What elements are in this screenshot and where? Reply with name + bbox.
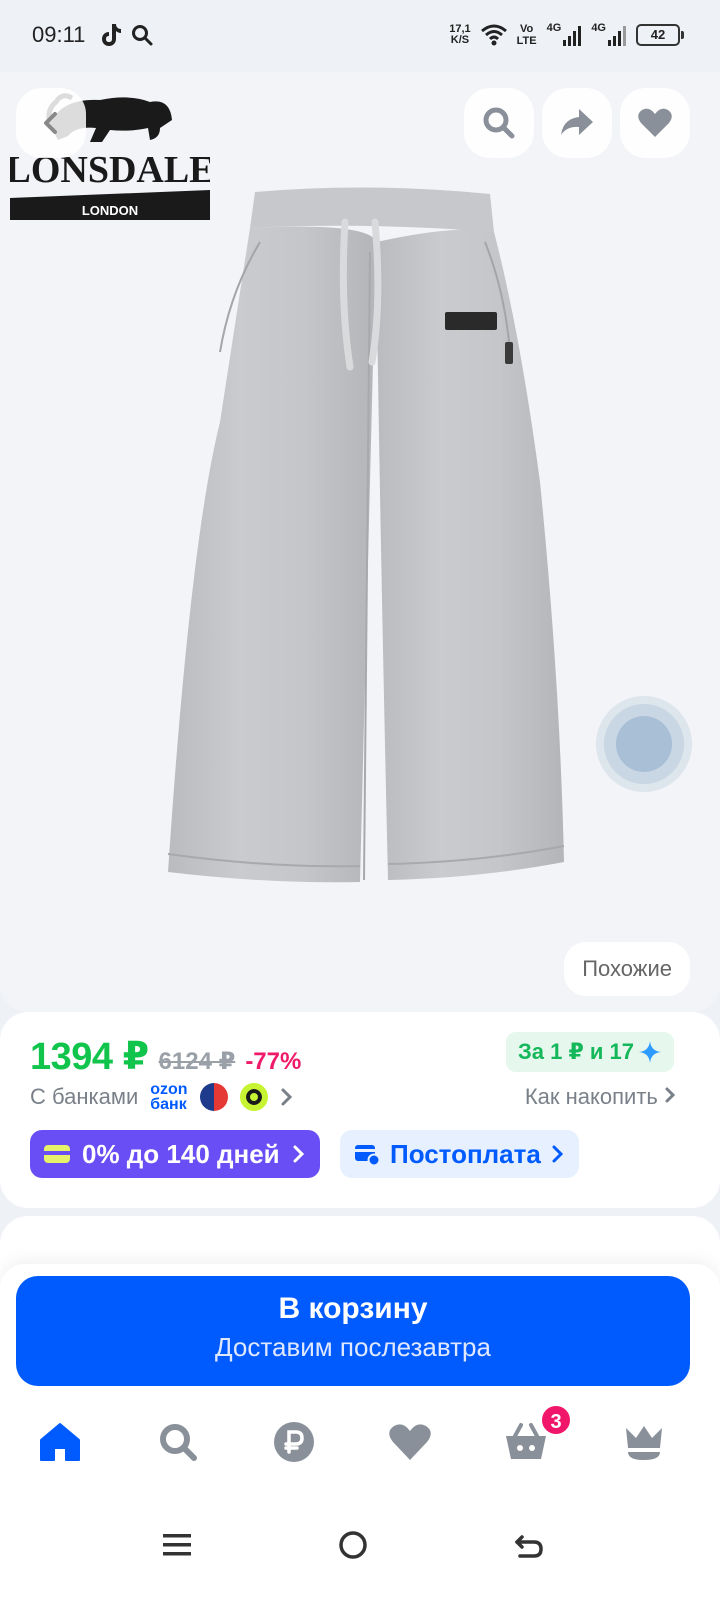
crown-profile-icon [626, 1426, 662, 1460]
ozon-bank-line2: банк [150, 1096, 187, 1113]
tab-catalog[interactable] [150, 1414, 206, 1470]
installment-button[interactable]: 0% до 140 дней [30, 1130, 320, 1178]
net-speed: 17,1 K/S [449, 24, 470, 46]
heart-icon [638, 108, 672, 137]
menu-icon [163, 1534, 191, 1556]
postpay-label: Постоплата [390, 1138, 541, 1169]
wifi-icon [480, 24, 507, 46]
brand-logo-sub: LONDON [82, 203, 138, 218]
heart-icon [389, 1424, 431, 1460]
points-badge[interactable]: За 1 ₽ и 17 [505, 1032, 674, 1072]
postpay-button[interactable]: Постоплата [340, 1130, 579, 1178]
chevron-right-icon [665, 1087, 676, 1103]
how-to-save-link[interactable]: Как накопить [525, 1084, 676, 1110]
banks-row[interactable]: С банками ozon банк [30, 1078, 294, 1116]
points-label: За 1 ₽ и 17 [517, 1039, 634, 1064]
price-current: 1394 ₽ [30, 1036, 149, 1078]
tab-finance[interactable] [266, 1414, 322, 1470]
circle-home-icon [339, 1531, 367, 1559]
signal-icon [608, 26, 626, 46]
video-preview-dot [616, 716, 672, 772]
bank-logo-icon [199, 1083, 228, 1111]
home-icon [40, 1423, 80, 1461]
status-indicators: 17,1 K/S Vo LTE 4G 4G 42 [449, 20, 684, 50]
how-to-save-label: Как накопить [524, 1084, 658, 1109]
system-nav-bar [0, 1500, 720, 1600]
volte-bottom: LTE [516, 35, 537, 47]
chevron-left-icon [44, 112, 57, 134]
price-card: 1394 ₽ 6124 ₽ -77% За 1 ₽ и 17 С банками… [0, 1012, 720, 1208]
search-icon [483, 107, 515, 139]
price-discount: -77% [245, 1048, 302, 1075]
sim2-label: 4G [591, 22, 606, 34]
product-image[interactable] [160, 182, 580, 902]
sim2-signal: 4G [591, 22, 626, 48]
volte-top: Vo [520, 23, 534, 35]
similar-button[interactable]: Похожие [564, 942, 690, 996]
price-old: 6124 ₽ [158, 1048, 236, 1075]
tab-home[interactable] [32, 1414, 88, 1470]
chevron-right-icon [293, 1145, 304, 1163]
bank-logo-icon [239, 1083, 268, 1111]
status-bar: 09:11 17,1 K/S Vo LTE 4G 4G 42 [0, 0, 720, 72]
tab-favorites[interactable] [382, 1414, 438, 1470]
back-arrow-icon [515, 1535, 543, 1558]
ozon-bank-logo: ozon банк [150, 1081, 188, 1113]
sim1-label: 4G [546, 22, 562, 34]
search-button[interactable] [464, 88, 534, 158]
volte-indicator: Vo LTE [517, 23, 537, 47]
delivery-subtitle: Доставим послезавтра [215, 1332, 491, 1362]
search-notif-icon [132, 25, 153, 46]
tab-profile[interactable] [616, 1414, 672, 1470]
cart-count-badge: 3 [540, 1404, 572, 1436]
tiktok-icon [102, 24, 121, 46]
wallet-clock-icon [355, 1145, 380, 1166]
product-gallery[interactable]: LONSDALE LONDON Похожие [0, 72, 720, 1012]
search-icon [160, 1424, 197, 1461]
installment-label: 0% до 140 дней [82, 1138, 280, 1169]
bottom-tabbar: 3 [0, 1404, 720, 1484]
price-row: 1394 ₽ 6124 ₽ -77% [30, 1034, 301, 1079]
back-nav-button[interactable] [504, 1520, 554, 1570]
sim1-signal: 4G [547, 22, 582, 48]
add-to-cart-title: В корзину [278, 1292, 428, 1325]
favorite-button[interactable] [620, 88, 690, 158]
share-button[interactable] [542, 88, 612, 158]
card-icon [44, 1145, 70, 1163]
net-speed-unit: K/S [450, 34, 470, 46]
menu-nav-button[interactable] [152, 1520, 202, 1570]
ozon-bank-line1: ozon [150, 1081, 188, 1098]
status-time: 09:11 [32, 22, 86, 47]
home-nav-button[interactable] [328, 1520, 378, 1570]
back-button[interactable] [16, 88, 86, 158]
video-preview-button[interactable] [604, 704, 684, 784]
add-to-cart-button[interactable]: В корзину Доставим послезавтра [16, 1276, 690, 1386]
sparkle-icon [639, 1041, 661, 1063]
battery-indicator: 42 [636, 24, 684, 46]
share-arrow-icon [561, 109, 593, 135]
signal-icon [563, 26, 582, 46]
chevron-right-icon [281, 1088, 292, 1106]
banks-label: С банками [30, 1084, 139, 1109]
chevron-right-icon [552, 1145, 563, 1163]
ruble-icon [274, 1422, 314, 1462]
